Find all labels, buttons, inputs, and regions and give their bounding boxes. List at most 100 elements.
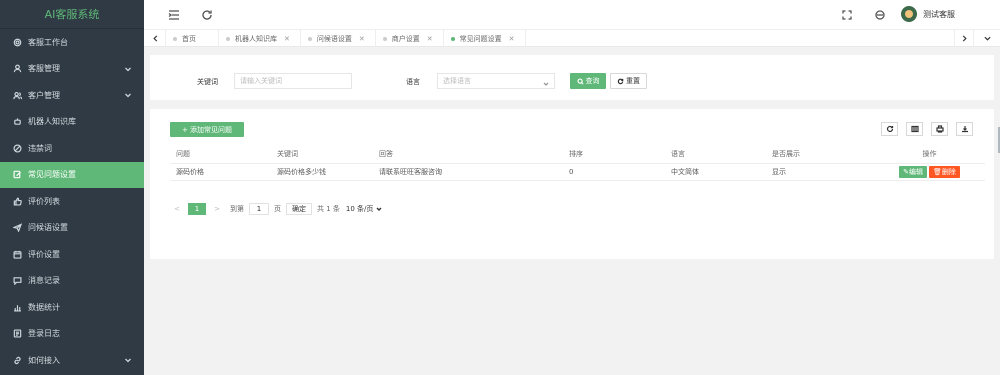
close-icon[interactable]: ✕	[284, 35, 290, 43]
sidebar-item-label: 评价列表	[28, 196, 60, 206]
table-row: 源码价格 源码价格多少钱 请联系旺旺客服咨询 0 中文简体 显示 ✎ 编辑 🗑 删除	[170, 163, 985, 181]
columns-icon[interactable]	[906, 122, 923, 136]
sidebar-item-6[interactable]: 评价列表	[0, 188, 144, 215]
faq-table: 问题 关键词 回答 排序 语言 是否展示 操作 源码价格 源码价格多少钱 请联系…	[170, 146, 985, 181]
goto-page-input[interactable]: 1	[249, 203, 269, 215]
sidebar-item-label: 评价设置	[28, 249, 60, 259]
tab-status-dot	[450, 37, 455, 41]
sidebar-item-4[interactable]: 违禁词	[0, 135, 144, 162]
sidebar-item-10[interactable]: 数据统计	[0, 294, 144, 321]
prev-page-button[interactable]: <	[170, 202, 184, 216]
search-button-label: 查询	[585, 77, 600, 85]
sidebar-item-9[interactable]: 消息记录	[0, 268, 144, 295]
refresh-table-icon[interactable]	[881, 122, 898, 136]
sidebar-item-label: 消息记录	[28, 276, 60, 286]
reset-button[interactable]: 重置	[610, 73, 647, 89]
message-icon	[12, 276, 22, 286]
col-keyword: 关键词	[271, 146, 373, 164]
sidebar-item-3[interactable]: 机器人知识库	[0, 109, 144, 136]
tabs-next-icon[interactable]	[954, 30, 974, 47]
edit-icon	[12, 170, 22, 180]
close-icon[interactable]: ✕	[427, 35, 433, 43]
sidebar-item-2[interactable]: 客户管理	[0, 82, 144, 109]
sidebar-item-8[interactable]: 评价设置	[0, 241, 144, 268]
cell-keyword: 源码价格多少钱	[271, 163, 373, 181]
sidebar-item-5[interactable]: 常见问题设置	[0, 161, 144, 188]
col-language: 语言	[665, 146, 766, 164]
language-label: 语言	[406, 78, 420, 86]
theme-icon[interactable]	[874, 9, 886, 21]
send-icon	[12, 223, 22, 233]
sidebar-item-1[interactable]: 客服管理	[0, 56, 144, 83]
sidebar-item-label: 客服管理	[28, 64, 60, 74]
table-header-row: 问题 关键词 回答 排序 语言 是否展示 操作	[170, 146, 985, 164]
stats-icon	[12, 302, 22, 312]
keyword-input[interactable]: 请输入关键词	[234, 73, 352, 89]
person-icon	[12, 64, 22, 74]
tab-status-dot	[173, 37, 177, 41]
reset-button-label: 重置	[626, 77, 640, 85]
edit-button-label: 编辑	[908, 167, 923, 176]
page-size-select[interactable]: 10 条/页	[346, 203, 383, 215]
fullscreen-icon[interactable]	[841, 9, 853, 21]
tab-label: 常见问题设置	[459, 34, 502, 43]
current-page[interactable]: 1	[188, 203, 206, 215]
user-name: 测试客服	[923, 9, 955, 19]
log-icon	[12, 329, 22, 339]
sidebar-item-11[interactable]: 登录日志	[0, 321, 144, 348]
tab-2[interactable]: 问候语设置 ✕	[301, 30, 376, 47]
col-answer: 回答	[373, 146, 563, 164]
add-faq-button[interactable]: + 添加常见问题	[170, 122, 244, 137]
tabs: 首页 机器人知识库 ✕ 问候语设置 ✕ 商户设置 ✕ 常见问题设置 ✕	[166, 30, 526, 47]
sidebar-item-label: 登录日志	[28, 329, 60, 339]
tab-3[interactable]: 商户设置 ✕	[376, 30, 444, 47]
language-select-placeholder: 选择语言	[443, 77, 471, 85]
tab-status-dot	[226, 37, 230, 41]
user-menu[interactable]: 测试客服	[901, 6, 955, 22]
tab-4[interactable]: 常见问题设置 ✕	[444, 30, 526, 47]
tab-0[interactable]: 首页	[166, 30, 219, 47]
sidebar-item-0[interactable]: 客服工作台	[0, 29, 144, 56]
refresh-icon[interactable]	[201, 9, 213, 21]
goto-confirm-button[interactable]: 确定	[286, 203, 312, 215]
close-icon[interactable]: ✕	[359, 35, 365, 43]
tab-label: 机器人知识库	[235, 34, 277, 43]
sidebar-item-label: 机器人知识库	[28, 117, 76, 127]
export-icon[interactable]	[956, 122, 973, 136]
sidebar-item-label: 客户管理	[28, 90, 60, 100]
tabs-bar: 首页 机器人知识库 ✕ 问候语设置 ✕ 商户设置 ✕ 常见问题设置 ✕	[144, 30, 1000, 47]
link-icon	[12, 355, 22, 365]
sidebar: AI客服系统 客服工作台 客服管理 客户管理 机器人知识库 违禁词 常见问题设置 评价列表问…	[0, 0, 144, 375]
ban-icon	[12, 143, 22, 153]
col-sort: 排序	[563, 146, 665, 164]
search-button[interactable]: 查询	[570, 73, 606, 89]
close-icon[interactable]: ✕	[509, 35, 515, 43]
edit-button[interactable]: ✎ 编辑	[899, 165, 927, 178]
cell-actions: ✎ 编辑 🗑 删除	[868, 163, 985, 181]
tabs-prev-icon[interactable]	[146, 30, 166, 47]
page-unit: 页	[274, 205, 281, 213]
delete-button[interactable]: 🗑 删除	[928, 165, 960, 178]
topbar: 测试客服	[144, 0, 1000, 30]
cell-show: 显示	[766, 163, 868, 181]
people-icon	[12, 90, 22, 100]
language-select[interactable]: 选择语言	[437, 73, 555, 89]
gear-icon	[12, 37, 22, 47]
col-actions: 操作	[868, 146, 985, 164]
sidebar-item-12[interactable]: 如何接入	[0, 347, 144, 374]
tab-label: 问候语设置	[316, 34, 352, 43]
next-page-button[interactable]: >	[210, 202, 224, 216]
tab-1[interactable]: 机器人知识库 ✕	[219, 30, 301, 47]
col-show: 是否展示	[766, 146, 868, 164]
sidebar-item-label: 违禁词	[28, 143, 52, 153]
sidebar-item-label: 常见问题设置	[28, 170, 76, 180]
sidebar-item-7[interactable]: 问候语设置	[0, 215, 144, 242]
print-icon[interactable]	[931, 122, 948, 136]
goto-label: 到第	[230, 205, 244, 213]
pagination: < 1 > 到第 1 页 确定 共 1 条 10 条/页	[170, 202, 382, 216]
menu-toggle-icon[interactable]	[168, 9, 180, 21]
total-count: 共 1 条	[317, 205, 340, 213]
tabs-dropdown-icon[interactable]	[977, 30, 997, 47]
list-card: + 添加常见问题 问题 关键词 回答 排序 语言 是否展示 操作 源码价格 源码…	[150, 109, 994, 259]
reset-icon	[617, 78, 624, 84]
